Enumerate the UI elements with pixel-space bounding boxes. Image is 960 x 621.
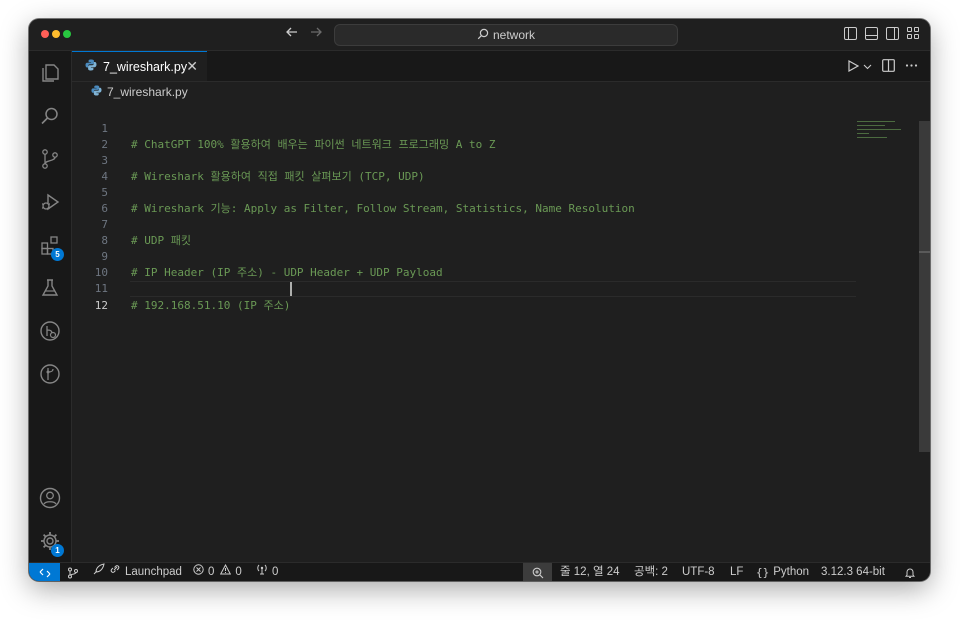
line-number: 9	[101, 250, 108, 263]
language-label: Python	[773, 566, 810, 578]
account-icon[interactable]	[29, 480, 71, 516]
tab-label: 7_wireshark.py	[103, 59, 188, 74]
extensions-icon[interactable]: 5	[29, 227, 71, 263]
code-line-active[interactable]: # 192.168.51.10 (IP 주소)	[131, 298, 290, 314]
language-status[interactable]: {} Python	[756, 563, 809, 581]
code-line[interactable]: # UDP 패킷	[131, 233, 191, 249]
minimap[interactable]	[855, 101, 919, 562]
toggle-primary-sidebar-icon[interactable]	[844, 27, 857, 40]
braces-icon: {}	[756, 566, 770, 579]
broadcast-icon	[256, 563, 268, 581]
line-number: 11	[94, 282, 108, 295]
breadcrumb-file: 7_wireshark.py	[107, 85, 188, 99]
line-number: 3	[101, 154, 108, 167]
more-icon[interactable]	[905, 59, 918, 75]
editor-tab-bar: 7_wireshark.py ✕	[72, 51, 930, 82]
vertical-scrollbar[interactable]	[919, 121, 930, 452]
line-number: 10	[94, 266, 108, 279]
breadcrumb[interactable]: 7_wireshark.py	[91, 83, 188, 101]
warning-count: 0	[235, 566, 242, 578]
error-count: 0	[208, 566, 215, 578]
line-number: 1	[101, 122, 108, 135]
code-line[interactable]: # IP Header (IP 주소) - UDP Header + UDP P…	[131, 265, 443, 281]
vscode-window: network 5 1 7_wireshark.py ✕ 7_wireshark…	[29, 19, 930, 581]
zoom-icon[interactable]	[523, 563, 552, 581]
command-center-search[interactable]: network	[334, 24, 678, 46]
editor-actions	[847, 59, 918, 75]
settings-gear-icon[interactable]: 1	[29, 523, 71, 559]
bell-icon[interactable]	[904, 563, 916, 581]
title-bar: network	[29, 19, 930, 51]
maximize-window-button[interactable]	[63, 30, 71, 38]
line-number: 5	[101, 186, 108, 199]
customize-layout-icon[interactable]	[907, 27, 920, 40]
search-icon	[477, 26, 489, 46]
code-editor[interactable]: 1 2 3 4 5 6 7 8 9 10 11 12 # ChatGPT 100…	[72, 101, 930, 562]
line-number: 2	[101, 138, 108, 151]
link-icon	[109, 563, 121, 581]
forward-arrow-icon[interactable]	[306, 25, 326, 45]
ports-count: 0	[272, 566, 279, 578]
code-line[interactable]: # ChatGPT 100% 활용하여 배우는 파이썬 네트워크 프로그래밍 A…	[131, 137, 495, 153]
cursor-position-status[interactable]: 줄 12, 열 24	[560, 563, 620, 581]
error-icon	[193, 563, 204, 581]
encoding-status[interactable]: UTF-8	[682, 563, 715, 581]
testing-icon[interactable]	[29, 270, 71, 306]
python-file-icon	[85, 59, 97, 74]
run-dropdown-chevron-icon[interactable]	[863, 60, 872, 74]
code-line[interactable]: # Wireshark 활용하여 직접 패킷 살펴보기 (TCP, UDP)	[131, 169, 425, 185]
line-number: 8	[101, 234, 108, 247]
source-control-status-icon[interactable]	[67, 563, 79, 581]
remote-indicator-icon[interactable]	[29, 563, 60, 581]
activity-bar: 5 1	[29, 51, 72, 562]
current-line-highlight	[130, 281, 856, 297]
scrollbar-cursor-marker	[919, 251, 930, 253]
minimize-window-button[interactable]	[52, 30, 60, 38]
split-editor-icon[interactable]	[882, 59, 895, 75]
text-cursor	[290, 282, 292, 296]
status-bar: Launchpad 0 0 0 줄 12, 열 24 공백: 2 UTF-8 L…	[29, 562, 930, 581]
ports-status[interactable]: 0	[256, 563, 278, 581]
minimap-line	[857, 121, 895, 122]
python-interpreter-status[interactable]: 3.12.3 64-bit	[821, 563, 885, 581]
tab-7-wireshark[interactable]: 7_wireshark.py ✕	[72, 51, 207, 81]
launchpad-label: Launchpad	[125, 566, 182, 578]
run-debug-icon[interactable]	[29, 184, 71, 220]
indentation-status[interactable]: 공백: 2	[634, 563, 668, 581]
command-center-text: network	[492, 28, 536, 42]
extensions-badge: 5	[51, 248, 64, 261]
minimap-line	[857, 133, 869, 134]
layout-controls	[844, 27, 920, 40]
line-number-active: 12	[94, 299, 108, 312]
line-number: 7	[101, 218, 108, 231]
source-control-icon[interactable]	[29, 141, 71, 177]
back-arrow-icon[interactable]	[282, 25, 302, 45]
launchpad-status[interactable]: Launchpad	[93, 563, 182, 581]
search-icon[interactable]	[29, 98, 71, 134]
toggle-panel-icon[interactable]	[865, 27, 878, 40]
close-window-button[interactable]	[41, 30, 49, 38]
warning-icon	[220, 563, 232, 581]
run-icon[interactable]	[847, 59, 860, 75]
explorer-icon[interactable]	[29, 55, 71, 91]
problems-status[interactable]: 0 0	[193, 563, 242, 581]
line-number: 6	[101, 202, 108, 215]
rocket-icon	[93, 563, 105, 581]
tab-close-icon[interactable]: ✕	[186, 58, 198, 75]
python-file-icon	[91, 83, 102, 101]
minimap-line	[857, 125, 885, 126]
minimap-line	[857, 129, 901, 130]
git-graph-icon[interactable]	[29, 356, 71, 392]
toggle-secondary-sidebar-icon[interactable]	[886, 27, 899, 40]
line-number: 4	[101, 170, 108, 183]
minimap-line	[857, 137, 887, 138]
code-line[interactable]: # Wireshark 기능: Apply as Filter, Follow …	[131, 201, 635, 217]
eol-status[interactable]: LF	[730, 563, 743, 581]
remote-explorer-icon[interactable]	[29, 313, 71, 349]
settings-badge: 1	[51, 544, 64, 557]
